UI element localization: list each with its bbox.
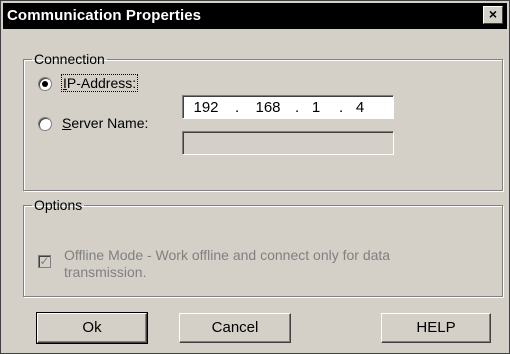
server-name-label-rest: erver Name:	[71, 115, 149, 131]
server-name-radio[interactable]: Server Name:	[38, 115, 178, 135]
help-button[interactable]: HELP	[381, 313, 491, 343]
ip-octet-3[interactable]: 1	[299, 99, 333, 116]
connection-legend: Connection	[34, 51, 105, 67]
title-bar[interactable]: Communication Properties ×	[3, 3, 507, 29]
offline-mode-label: Offline Mode - Work offline and connect …	[64, 247, 391, 280]
server-name-label: Server Name:	[62, 115, 148, 131]
communication-properties-dialog: Communication Properties × Connection IP…	[0, 0, 510, 354]
server-name-input	[182, 131, 394, 155]
ip-address-radio[interactable]: IP-Address:	[38, 74, 178, 95]
ip-address-input[interactable]: 192 . 168 . 1 . 4	[182, 95, 394, 119]
offline-mode-checkbox: ✓	[38, 255, 51, 268]
connection-group: Connection IP-Address: 192 . 168 . 1 . 4…	[23, 51, 503, 191]
close-icon: ×	[488, 6, 498, 22]
options-group: Options ✓ Offline Mode - Work offline an…	[23, 197, 503, 297]
check-icon: ✓	[39, 254, 50, 268]
ip-address-radio-circle[interactable]	[38, 77, 52, 91]
ip-octet-2[interactable]: 168	[251, 99, 285, 116]
cancel-button[interactable]: Cancel	[179, 313, 291, 343]
server-name-radio-circle[interactable]	[38, 117, 52, 131]
ip-separator-1: .	[235, 99, 240, 116]
ok-button[interactable]: Ok	[36, 312, 148, 344]
server-name-hotkey: S	[62, 115, 72, 131]
ip-address-label: IP-Address:	[60, 74, 139, 92]
close-button[interactable]: ×	[483, 6, 503, 24]
ip-octet-1[interactable]: 192	[189, 99, 223, 116]
ip-octet-4[interactable]: 4	[343, 99, 377, 116]
window-title: Communication Properties	[7, 7, 202, 24]
options-legend: Options	[34, 197, 83, 213]
radio-selected-dot	[42, 81, 48, 87]
ip-address-label-rest: P-Address:	[66, 75, 137, 91]
